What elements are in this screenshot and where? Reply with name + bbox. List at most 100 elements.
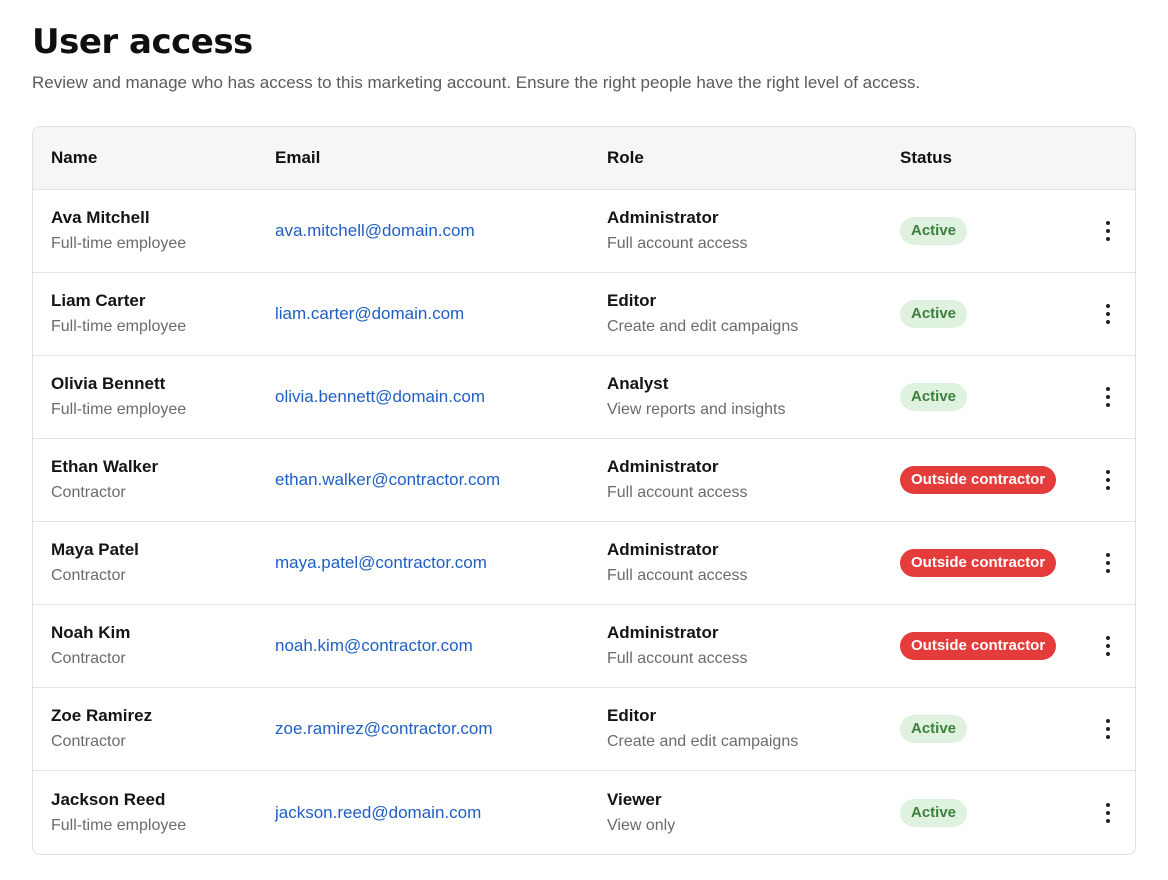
user-email-link[interactable]: liam.carter@domain.com [275, 304, 464, 323]
user-email-link[interactable]: zoe.ramirez@contractor.com [275, 719, 493, 738]
more-vertical-icon[interactable] [1096, 632, 1120, 660]
table-row: Maya Patel Contractor maya.patel@contrac… [33, 522, 1135, 605]
more-vertical-icon[interactable] [1096, 217, 1120, 245]
user-email-link[interactable]: olivia.bennett@domain.com [275, 387, 485, 406]
role-cell: Administrator Full account access [607, 207, 900, 255]
dot [1105, 561, 1110, 565]
dot [1105, 652, 1110, 656]
dot [1105, 486, 1110, 490]
actions-cell [1080, 799, 1135, 827]
more-vertical-icon[interactable] [1096, 300, 1120, 328]
table-header: Name Email Role Status [33, 127, 1135, 190]
actions-cell [1080, 300, 1135, 328]
actions-cell [1080, 549, 1135, 577]
more-vertical-icon[interactable] [1096, 466, 1120, 494]
user-name-cell: Ethan Walker Contractor [33, 456, 275, 504]
actions-cell [1080, 217, 1135, 245]
role-cell: Administrator Full account access [607, 539, 900, 587]
role-cell: Administrator Full account access [607, 456, 900, 504]
status-cell: Outside contractor [900, 632, 1080, 660]
user-type: Full-time employee [51, 401, 187, 418]
role-name: Administrator [607, 623, 719, 642]
more-vertical-icon[interactable] [1096, 799, 1120, 827]
status-cell: Active [900, 798, 1080, 827]
status-cell: Outside contractor [900, 466, 1080, 494]
user-name-cell: Zoe Ramirez Contractor [33, 705, 275, 753]
user-name: Olivia Bennett [51, 374, 166, 393]
role-description: Create and edit campaigns [607, 733, 799, 750]
user-type: Full-time employee [51, 235, 187, 252]
status-badge: Outside contractor [900, 549, 1057, 577]
more-vertical-icon[interactable] [1096, 549, 1120, 577]
actions-cell [1080, 632, 1135, 660]
dot [1105, 810, 1110, 815]
role-name: Editor [607, 291, 657, 310]
role-name: Administrator [607, 457, 719, 476]
role-description: Full account access [607, 484, 748, 501]
user-name-cell: Liam Carter Full-time employee [33, 290, 275, 338]
role-description: Full account access [607, 650, 748, 667]
user-email-link[interactable]: maya.patel@contractor.com [275, 553, 487, 572]
role-cell: Editor Create and edit campaigns [607, 290, 900, 338]
email-cell: zoe.ramirez@contractor.com [275, 719, 607, 739]
role-description: Full account access [607, 235, 748, 252]
page-title: User access [32, 22, 253, 62]
user-name: Jackson Reed [51, 789, 166, 809]
user-email-link[interactable]: noah.kim@contractor.com [275, 636, 473, 655]
user-email-link[interactable]: jackson.reed@domain.com [275, 803, 481, 822]
user-access-table: Name Email Role Status Ava Mitchell Full… [32, 126, 1136, 855]
user-name: Ava Mitchell [51, 208, 150, 227]
dot [1105, 229, 1110, 233]
role-name: Administrator [607, 540, 719, 559]
user-name: Liam Carter [51, 291, 146, 310]
user-name-cell: Noah Kim Contractor [33, 622, 275, 670]
dot [1105, 478, 1110, 482]
table-row: Jackson Reed Full-time employee jackson.… [33, 771, 1135, 854]
status-cell: Active [900, 217, 1080, 245]
user-type: Contractor [51, 567, 126, 584]
email-cell: ethan.walker@contractor.com [275, 470, 607, 490]
more-vertical-icon[interactable] [1096, 715, 1120, 743]
dot [1105, 553, 1110, 557]
dot [1105, 735, 1110, 739]
dot [1105, 320, 1110, 324]
email-cell: liam.carter@domain.com [275, 304, 607, 324]
dot [1105, 470, 1110, 474]
table-row: Olivia Bennett Full-time employee olivia… [33, 356, 1135, 439]
dot [1105, 802, 1110, 807]
dot [1105, 818, 1110, 823]
user-name-cell: Olivia Bennett Full-time employee [33, 373, 275, 421]
email-cell: noah.kim@contractor.com [275, 636, 607, 656]
status-badge: Outside contractor [900, 632, 1057, 660]
column-header-role: Role [607, 148, 644, 167]
email-cell: jackson.reed@domain.com [275, 803, 607, 823]
role-name: Analyst [607, 374, 669, 393]
user-type: Contractor [51, 733, 126, 750]
role-description: View reports and insights [607, 401, 786, 418]
user-email-link[interactable]: ava.mitchell@domain.com [275, 221, 475, 240]
table-row: Zoe Ramirez Contractor zoe.ramirez@contr… [33, 688, 1135, 771]
email-cell: ava.mitchell@domain.com [275, 221, 607, 241]
status-badge: Active [900, 383, 968, 411]
role-cell: Administrator Full account access [607, 622, 900, 670]
user-email-link[interactable]: ethan.walker@contractor.com [275, 470, 500, 489]
dot [1105, 387, 1110, 391]
page-subtitle: Review and manage who has access to this… [32, 73, 921, 92]
role-description: View only [607, 816, 676, 834]
status-badge: Active [900, 300, 968, 328]
role-cell: Viewer View only [607, 789, 900, 837]
status-cell: Active [900, 300, 1080, 328]
user-name: Ethan Walker [51, 457, 159, 476]
table-body: Ava Mitchell Full-time employee ava.mitc… [33, 190, 1135, 854]
more-vertical-icon[interactable] [1096, 383, 1120, 411]
dot [1105, 395, 1110, 399]
actions-cell [1080, 715, 1135, 743]
table-row: Ethan Walker Contractor ethan.walker@con… [33, 439, 1135, 522]
user-name: Maya Patel [51, 540, 139, 559]
user-name-cell: Jackson Reed Full-time employee [33, 789, 275, 837]
user-name-cell: Maya Patel Contractor [33, 539, 275, 587]
table-row: Noah Kim Contractor noah.kim@contractor.… [33, 605, 1135, 688]
email-cell: olivia.bennett@domain.com [275, 387, 607, 407]
email-cell: maya.patel@contractor.com [275, 553, 607, 573]
user-type: Full-time employee [51, 816, 187, 834]
